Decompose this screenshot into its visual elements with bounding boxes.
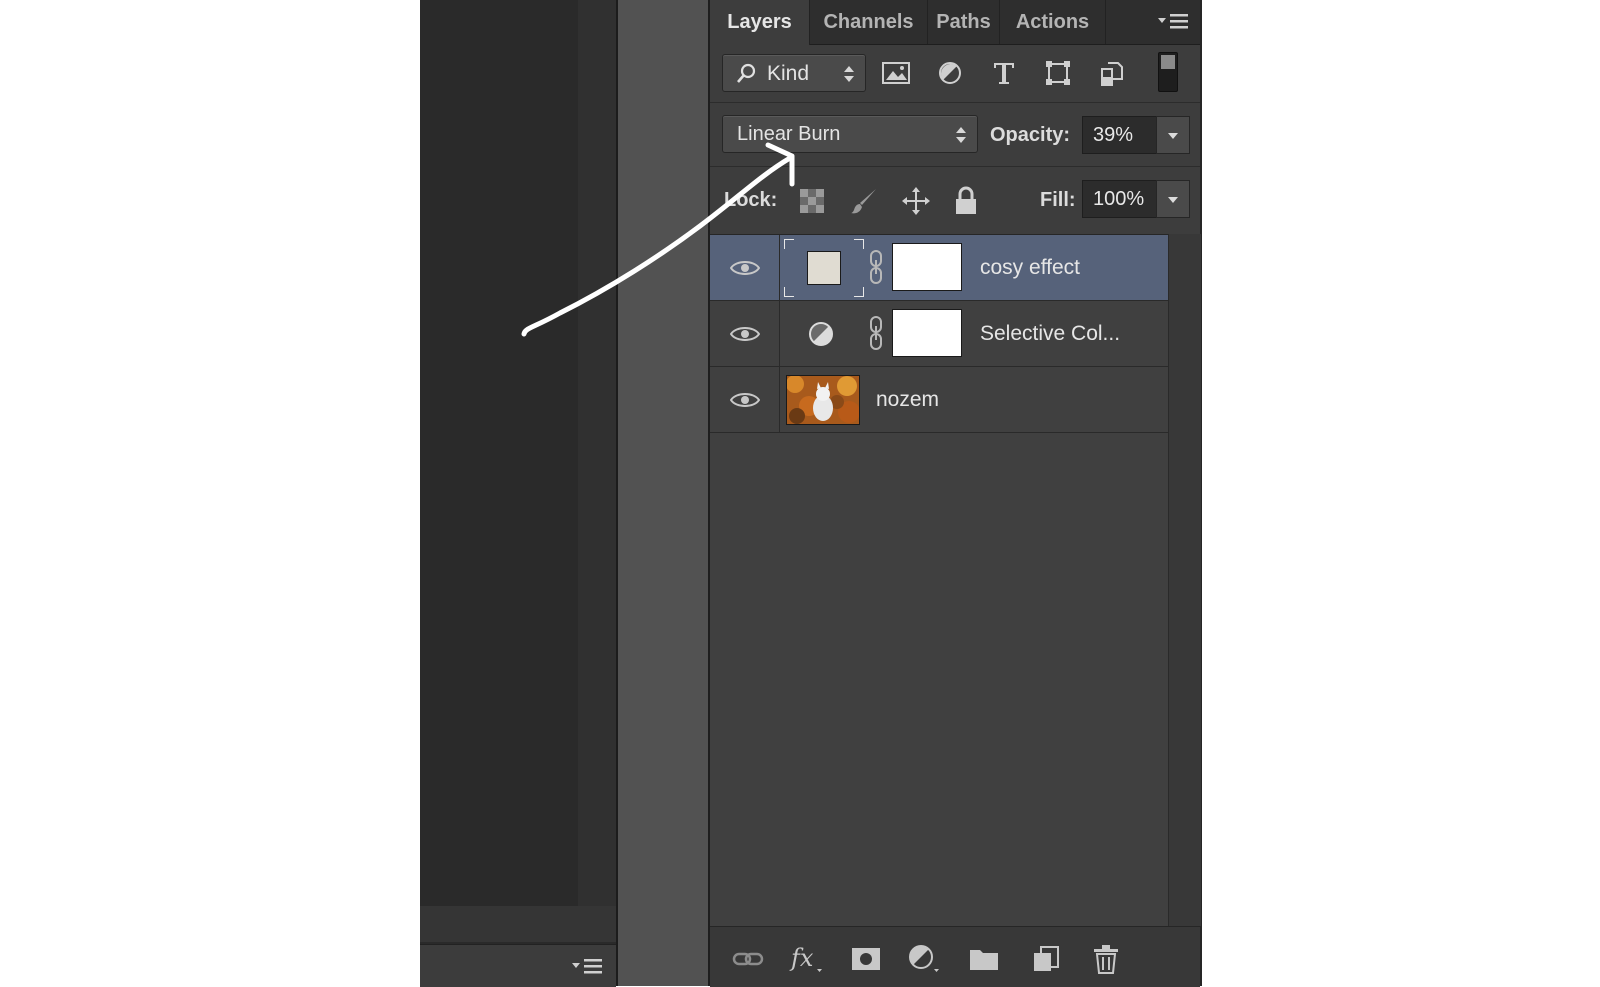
add-mask-icon[interactable] [848,943,884,975]
adjustment-layer-icon[interactable] [808,321,834,352]
workspace-panel-menu-icon[interactable] [570,957,604,982]
new-adjustment-icon[interactable] [906,943,942,975]
chain-link-icon[interactable] [868,249,884,290]
opacity-input[interactable]: 39% [1082,116,1158,154]
chain-link-icon[interactable] [868,315,884,356]
layers-scrollbar[interactable] [1168,234,1201,926]
visibility-toggle[interactable] [710,301,780,366]
tab-actions[interactable]: Actions [1000,0,1106,44]
search-icon [735,63,757,91]
delete-layer-icon[interactable] [1088,943,1124,975]
opacity-slider-button[interactable] [1156,116,1190,154]
eye-icon [729,260,760,275]
filter-toggle-switch[interactable] [1158,52,1178,92]
adjustment-filter-icon[interactable] [932,55,968,91]
layer-name: Selective Col... [980,322,1121,345]
type-filter-icon[interactable] [986,55,1022,91]
lock-transparent-icon[interactable] [794,183,830,219]
fill-input[interactable]: 100% [1082,180,1158,218]
lock-all-icon[interactable] [948,183,984,219]
chevron-down-icon [1168,133,1178,139]
eye-icon [729,392,760,407]
tab-channels[interactable]: Channels [810,0,928,44]
panel-tabs-bar: Layers Channels Paths Actions [710,0,1200,45]
smart-object-filter-icon[interactable] [1094,55,1130,91]
tab-paths[interactable]: Paths [928,0,1000,44]
layer-row-cosy-effect[interactable]: cosy effect [710,235,1168,301]
lock-image-icon[interactable] [846,183,882,219]
layer-name: nozem [876,388,940,411]
blend-mode-value: Linear Burn [737,123,841,145]
visibility-toggle[interactable] [710,235,780,300]
fill-slider-button[interactable] [1156,180,1190,218]
layer-mask-thumbnail[interactable] [892,309,962,357]
layer-thumbnail-frame[interactable] [783,238,865,298]
kind-filter-label: Kind [767,62,810,85]
updown-arrows-icon [955,126,967,150]
lock-row: Lock: Fill: 100% [710,166,1200,235]
lock-label: Lock: [724,189,778,211]
layer-name: cosy effect [980,256,1080,279]
lock-position-icon[interactable] [898,183,934,219]
opacity-label: Opacity: [990,124,1071,146]
new-layer-icon[interactable] [1028,943,1064,975]
panel-menu-icon[interactable] [1156,12,1190,37]
link-layers-icon[interactable] [730,943,766,975]
layers-list: cosy effect Selective Col... nozem [710,234,1168,927]
svg-text:fx: fx [789,944,814,972]
layer-row-nozem[interactable]: nozem [710,367,1168,433]
shape-filter-icon[interactable] [1040,55,1076,91]
panel-gutter [616,0,708,986]
filter-row: Kind [710,44,1200,102]
eye-icon [729,326,760,341]
visibility-toggle[interactable] [710,367,780,432]
new-group-icon[interactable] [966,943,1002,975]
updown-arrows-icon [843,65,855,89]
blend-row: Linear Burn Opacity: 39% [710,102,1200,167]
workspace-bottom-band [420,906,616,942]
fx-icon[interactable]: fx [788,943,824,975]
blend-mode-dropdown[interactable]: Linear Burn [722,115,978,153]
fill-label: Fill: [1040,189,1076,211]
layer-row-selective-color[interactable]: Selective Col... [710,301,1168,367]
workspace-edge-strip [578,0,616,906]
fill-color-swatch [807,251,841,285]
chevron-down-icon [1168,197,1178,203]
workspace-bottom-bar [420,944,616,987]
panel-bottom-bar: fx [710,926,1200,987]
layers-panel: Layers Channels Paths Actions Kind Linea… [708,0,1202,987]
layer-mask-thumbnail[interactable] [892,243,962,291]
kind-filter-dropdown[interactable]: Kind [722,54,866,92]
image-filter-icon[interactable] [878,55,914,91]
tab-layers[interactable]: Layers [710,0,810,45]
layer-image-thumbnail[interactable] [786,375,860,425]
